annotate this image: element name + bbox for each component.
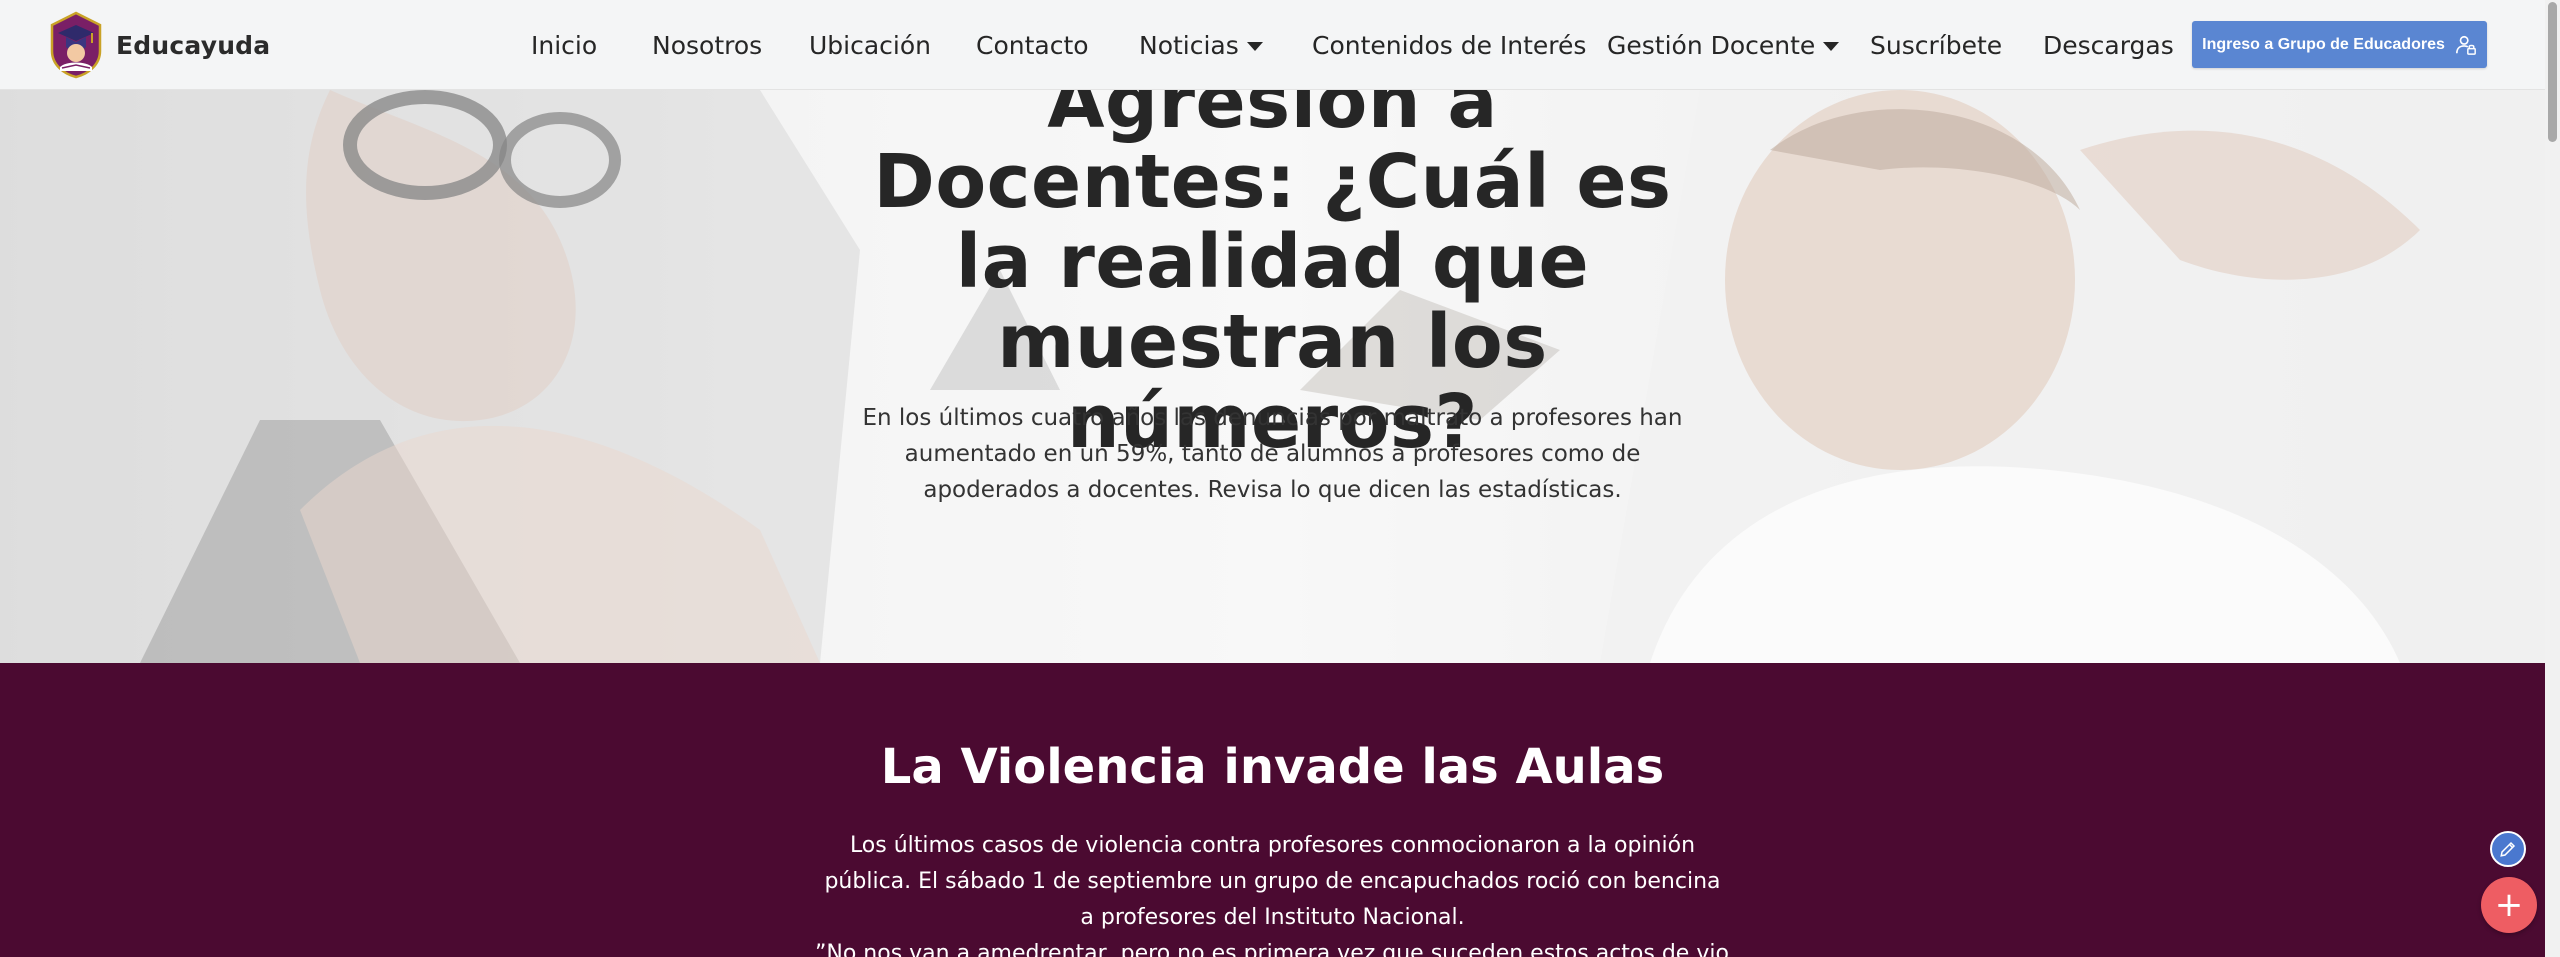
nav-descargas[interactable]: Descargas xyxy=(2043,28,2174,62)
section-paragraph: Los últimos casos de violencia contra pr… xyxy=(824,833,1721,930)
nav-gestion-dropdown[interactable]: Gestión Docente xyxy=(1607,28,1840,62)
nav-contenidos[interactable]: Contenidos de Interés xyxy=(1312,28,1586,62)
graduation-logo-icon xyxy=(50,11,102,79)
nav-inicio[interactable]: Inicio xyxy=(531,28,597,62)
nav-suscribete[interactable]: Suscríbete xyxy=(1870,28,2002,62)
site-header: Educayuda Inicio Nosotros Ubicación Cont… xyxy=(0,0,2545,90)
pencil-icon xyxy=(2500,841,2516,857)
brand-name: Educayuda xyxy=(116,30,271,60)
nav-nosotros[interactable]: Nosotros xyxy=(652,28,762,62)
brand-link[interactable]: Educayuda xyxy=(48,11,270,79)
section-title: La Violencia invade las Aulas xyxy=(880,739,1665,795)
nav-gestion-label: Gestión Docente xyxy=(1607,30,1816,60)
plus-icon: + xyxy=(2494,885,2524,925)
user-lock-icon xyxy=(2455,35,2476,55)
section-quote: ”No nos van a amedrentar, pero no es pri… xyxy=(815,941,1730,957)
nav-noticias-label: Noticias xyxy=(1139,30,1239,60)
nav-noticias-dropdown[interactable]: Noticias xyxy=(1139,28,1263,62)
edit-floating-button[interactable] xyxy=(2490,831,2526,867)
add-floating-button[interactable]: + xyxy=(2481,877,2537,933)
chevron-down-icon xyxy=(1823,41,1840,51)
nav-ubicacion[interactable]: Ubicación xyxy=(809,28,931,62)
educators-login-button[interactable]: Ingreso a Grupo de Educadores xyxy=(2192,21,2487,68)
hero-subtitle: En los últimos cuatro años las denuncias… xyxy=(862,405,1683,503)
chevron-down-icon xyxy=(1246,41,1263,51)
page-scrollbar[interactable] xyxy=(2545,0,2560,957)
nav-contacto[interactable]: Contacto xyxy=(976,28,1089,62)
educators-login-label: Ingreso a Grupo de Educadores xyxy=(2202,35,2445,53)
scrollbar-thumb[interactable] xyxy=(2548,2,2557,142)
